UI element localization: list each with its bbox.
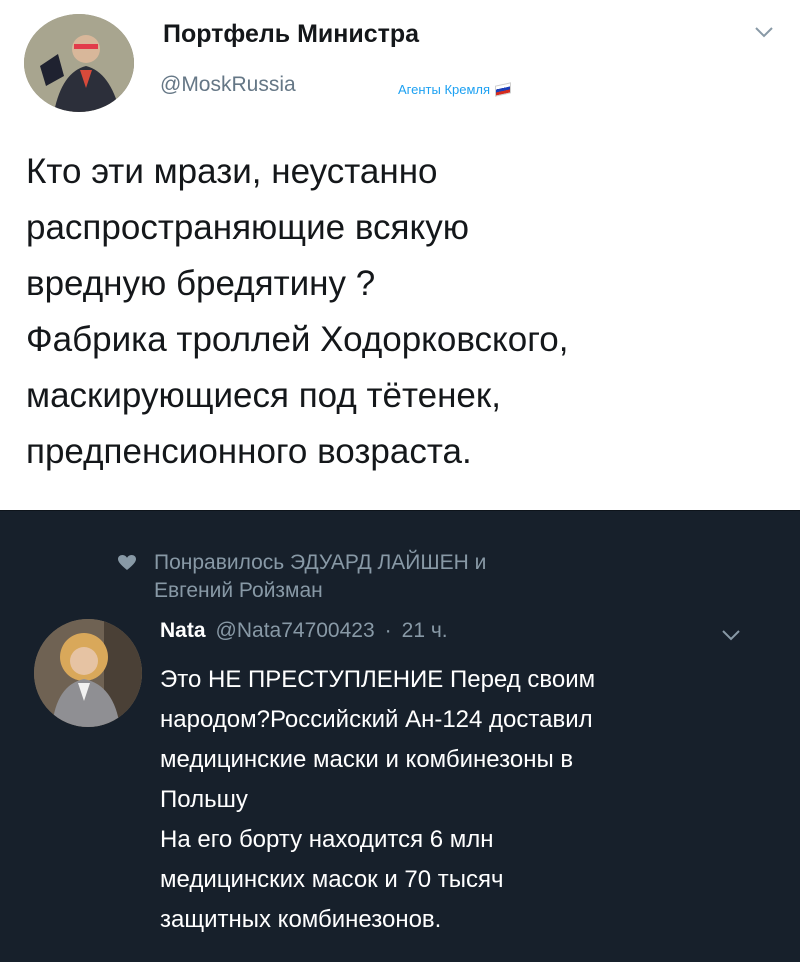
flag-icon: [495, 82, 512, 97]
reply-author-avatar[interactable]: [34, 619, 142, 727]
chevron-down-icon[interactable]: [753, 24, 775, 40]
heart-icon: [118, 555, 136, 570]
tweet-text: Кто эти мрази, неустанно распространяющи…: [26, 152, 569, 471]
author-name[interactable]: Портфель Министра: [163, 20, 419, 49]
reply-header: Nata @Nata74700423 · 21 ч.: [160, 619, 448, 643]
chevron-down-icon[interactable]: [720, 627, 742, 643]
author-handle[interactable]: @MoskRussia: [160, 73, 296, 97]
separator-dot: ·: [384, 619, 392, 642]
top-tweet-card: Портфель Министра @MoskRussia Агенты Кре…: [0, 0, 800, 510]
reply-timestamp[interactable]: 21 ч.: [402, 619, 448, 643]
reply-tweet-text: Это НЕ ПРЕСТУПЛЕНИЕ Перед своим народом?…: [160, 666, 596, 933]
author-avatar[interactable]: [24, 14, 134, 112]
liked-by-text[interactable]: Понравилось ЭДУАРД ЛАЙШЕН и Евгений Ройз…: [154, 549, 486, 605]
profile-badge: Агенты Кремля: [398, 82, 512, 97]
reply-author-name[interactable]: Nata: [160, 619, 206, 643]
liked-by-row: Понравилось ЭДУАРД ЛАЙШЕН и Евгений Ройз…: [118, 549, 718, 605]
badge-label: Агенты Кремля: [398, 82, 491, 97]
reply-author-handle[interactable]: @Nata74700423: [216, 619, 375, 643]
